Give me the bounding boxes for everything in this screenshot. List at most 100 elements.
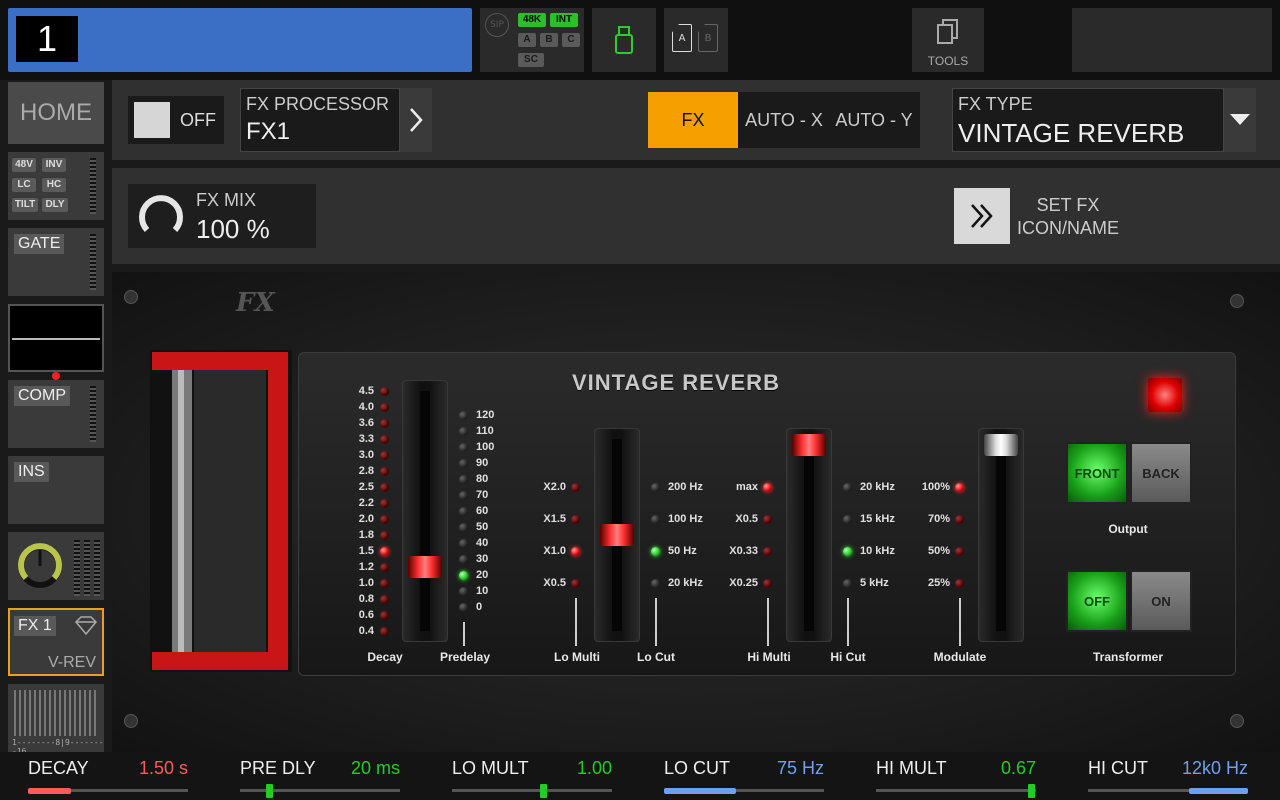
transformer-off-button[interactable]: OFF: [1066, 570, 1128, 632]
decay_scale-led[interactable]: [380, 531, 389, 540]
sidebar-item-fx1[interactable]: FX 1 V-REV: [8, 608, 104, 676]
predelay_scale-led[interactable]: [459, 459, 468, 468]
himulti-indicator-line: [767, 598, 769, 646]
predelay_scale-led[interactable]: [459, 539, 468, 548]
plate-title: VINTAGE REVERB: [572, 370, 780, 395]
toggle-knob[interactable]: [134, 102, 170, 138]
output-back-button[interactable]: BACK: [1130, 442, 1192, 504]
lomulti_scale-led[interactable]: [571, 579, 580, 588]
predelay_scale-led[interactable]: [459, 523, 468, 532]
decay_scale-led[interactable]: [380, 563, 389, 572]
param-lo-mult[interactable]: LO MULT 1.00: [452, 752, 648, 800]
param-slider-fill[interactable]: [1188, 788, 1248, 794]
decay_scale-led[interactable]: [380, 419, 389, 428]
param-slider-thumb[interactable]: [1028, 784, 1036, 798]
modulate_scale-led[interactable]: [955, 483, 964, 492]
fx-type-dropdown-button[interactable]: [1224, 88, 1256, 152]
hicut_scale-led[interactable]: [843, 515, 852, 524]
decay_scale-led[interactable]: [380, 595, 389, 604]
modulate_scale-led[interactable]: [955, 579, 964, 588]
decay-fader-handle[interactable]: [408, 556, 442, 578]
hicut_scale-led[interactable]: [843, 547, 852, 556]
sidebar-item-ins[interactable]: INS: [8, 456, 104, 524]
decay_scale-led[interactable]: [380, 547, 389, 556]
decay_scale-tick: 1.2: [358, 561, 374, 573]
predelay_scale-led[interactable]: [459, 507, 468, 516]
predelay_scale-led[interactable]: [459, 587, 468, 596]
decay_scale-led[interactable]: [380, 579, 389, 588]
param-hi-cut[interactable]: HI CUT 12k0 Hz: [1088, 752, 1280, 800]
lomulti_scale-led[interactable]: [571, 483, 580, 492]
sidebar-item-sends[interactable]: 1--------8|9--------16: [8, 684, 104, 756]
decay_scale-led[interactable]: [380, 611, 389, 620]
decay_scale-led[interactable]: [380, 467, 389, 476]
locut_scale-led[interactable]: [651, 547, 660, 556]
himulti_scale-led[interactable]: [763, 547, 772, 556]
sidebar-item-comp[interactable]: COMP: [8, 380, 104, 448]
decay_scale-led[interactable]: [380, 627, 389, 636]
mode-auto-x-button[interactable]: AUTO - X: [740, 92, 828, 148]
param-slider-track[interactable]: [240, 789, 400, 792]
hicut_scale-led[interactable]: [843, 483, 852, 492]
decay-fader-track[interactable]: [402, 380, 448, 642]
decay_scale-led[interactable]: [380, 483, 389, 492]
tools-icon: [937, 19, 958, 44]
output-front-button[interactable]: FRONT: [1066, 442, 1128, 504]
param-slider-track[interactable]: [452, 789, 612, 792]
decay_scale-led[interactable]: [380, 451, 389, 460]
predelay_scale-led[interactable]: [459, 475, 468, 484]
himulti_scale-led[interactable]: [763, 579, 772, 588]
transformer-on-button[interactable]: ON: [1130, 570, 1192, 632]
predelay_scale-led[interactable]: [459, 603, 468, 612]
decay_scale-led[interactable]: [380, 515, 389, 524]
decay-label: Decay: [367, 650, 403, 664]
home-button[interactable]: HOME: [8, 82, 104, 144]
param-slider-thumb[interactable]: [265, 784, 273, 798]
top-right-panel[interactable]: [1072, 8, 1272, 72]
usb-status-button[interactable]: [592, 8, 656, 72]
modulate_scale-led[interactable]: [955, 547, 964, 556]
predelay_scale-led[interactable]: [459, 443, 468, 452]
decay_scale-led[interactable]: [380, 435, 389, 444]
predelay_scale-led[interactable]: [459, 411, 468, 420]
decay_scale-led[interactable]: [380, 387, 389, 396]
param-slider-fill[interactable]: [28, 788, 72, 794]
lomulti_scale-led[interactable]: [571, 547, 580, 556]
hi-fader-track[interactable]: [786, 428, 832, 642]
param-slider-thumb[interactable]: [540, 784, 548, 798]
param-slider-track[interactable]: [876, 789, 1036, 792]
param-slider-fill[interactable]: [664, 788, 736, 794]
sidebar-item-eq[interactable]: 48V INV LC HC TILT DLY: [8, 152, 104, 220]
mode-fx-button[interactable]: FX: [648, 92, 738, 148]
hicut_scale-led[interactable]: [843, 579, 852, 588]
sidebar-item-gate[interactable]: GATE: [8, 228, 104, 296]
predelay_scale-led[interactable]: [459, 427, 468, 436]
modulate_scale-led[interactable]: [955, 515, 964, 524]
decay_scale-led[interactable]: [380, 499, 389, 508]
param-hi-mult[interactable]: HI MULT 0.67: [876, 752, 1072, 800]
param-pre-dly[interactable]: PRE DLY 20 ms: [240, 752, 436, 800]
himulti_scale-led[interactable]: [763, 515, 772, 524]
modulate-fader-track[interactable]: [978, 428, 1024, 642]
lomulti_scale-led[interactable]: [571, 515, 580, 524]
himulti_scale-led[interactable]: [763, 483, 772, 492]
predelay_scale-led[interactable]: [459, 555, 468, 564]
predelay_scale-led[interactable]: [459, 571, 468, 580]
lo-fader-handle[interactable]: [600, 524, 634, 546]
fx-processor-next-button[interactable]: [400, 88, 432, 152]
decay_scale-led[interactable]: [380, 403, 389, 412]
predelay_scale-led[interactable]: [459, 491, 468, 500]
param-lo-cut[interactable]: LO CUT 75 Hz: [664, 752, 860, 800]
sidebar-item-main-knob[interactable]: [8, 532, 104, 600]
locut_scale-led[interactable]: [651, 579, 660, 588]
sidebar-item-eq-graph[interactable]: [8, 304, 104, 372]
hicut_scale-tick: 5 kHz: [860, 577, 889, 589]
double-chevron-right-icon: [971, 204, 993, 228]
locut_scale-led[interactable]: [651, 515, 660, 524]
hi-fader-handle[interactable]: [792, 434, 826, 456]
locut_scale-led[interactable]: [651, 483, 660, 492]
param-decay[interactable]: DECAY 1.50 s: [28, 752, 224, 800]
set-fx-icon-button[interactable]: [954, 188, 1010, 244]
mode-auto-y-button[interactable]: AUTO - Y: [830, 92, 918, 148]
modulate-fader-handle[interactable]: [984, 434, 1018, 456]
